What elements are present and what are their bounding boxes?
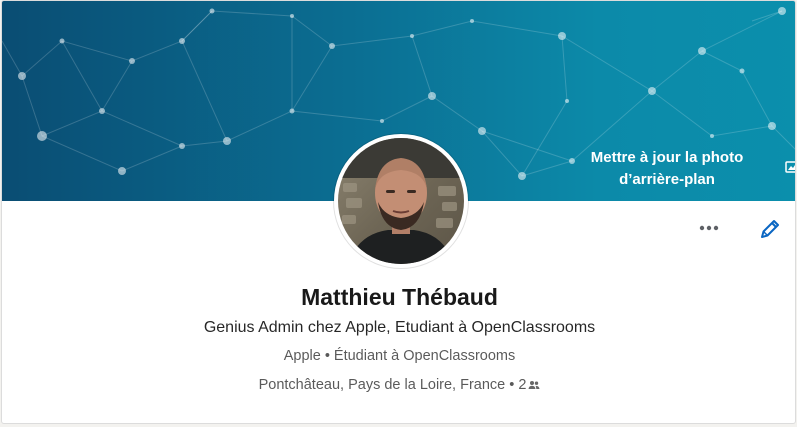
camera-icon[interactable] xyxy=(785,159,796,175)
connections-link[interactable]: 2 xyxy=(518,377,540,393)
profile-headline: Genius Admin chez Apple, Etudiant à Open… xyxy=(203,319,596,336)
more-options-icon[interactable] xyxy=(692,214,726,242)
pencil-icon[interactable] xyxy=(754,214,784,244)
connections-icon xyxy=(528,381,540,389)
connections-count: 2 xyxy=(518,377,527,393)
update-background-label-line2: d’arrière-plan xyxy=(619,171,715,188)
avatar-image xyxy=(338,138,464,264)
profile-info: Matthieu Thébaud Genius Admin chez Apple… xyxy=(2,281,795,395)
profile-location: Pontchâteau, Pays de la Loire, France xyxy=(258,377,506,393)
company-link[interactable]: Apple xyxy=(284,348,321,364)
profile-name: Matthieu Thébaud xyxy=(301,284,498,310)
separator: • xyxy=(324,348,330,364)
profile-location-row: Pontchâteau, Pays de la Loire, France • 2 xyxy=(2,375,795,395)
profile-card: Mettre à jour la photo d’arrière-plan Ma… xyxy=(1,0,796,424)
school-link[interactable]: Étudiant à OpenClassrooms xyxy=(334,348,515,364)
update-background-label-line1: Mettre à jour la photo xyxy=(590,149,744,166)
profile-photo[interactable] xyxy=(334,134,468,268)
profile-affiliations: Apple • Étudiant à OpenClassrooms xyxy=(2,346,795,366)
update-background-button[interactable]: Mettre à jour la photo d’arrière-plan xyxy=(562,147,772,191)
separator: • xyxy=(509,377,515,393)
